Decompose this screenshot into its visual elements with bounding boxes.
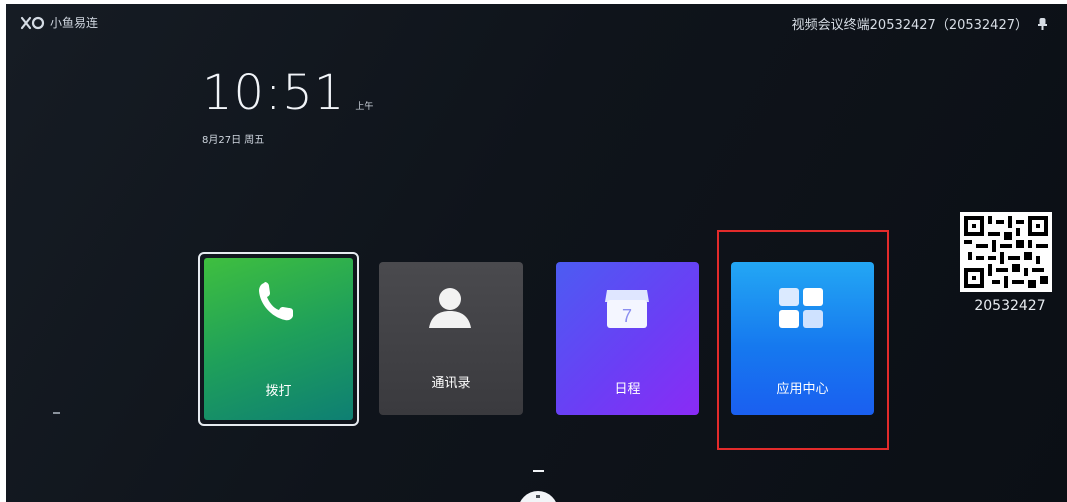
- schedule-tile-label: 日程: [614, 382, 641, 397]
- bottom-drawer-handle[interactable]: [518, 491, 558, 502]
- phone-icon: [255, 280, 295, 328]
- clock: 10:51 上午: [202, 65, 374, 121]
- handle-grip-icon: [536, 495, 540, 498]
- contact-person-icon: [427, 284, 473, 334]
- side-marker: [53, 412, 60, 414]
- qr-code-icon: [960, 212, 1052, 292]
- home-screen: 小鱼易连 视频会议终端20532427（20532427） 10:51 上午 8…: [6, 4, 1067, 502]
- clock-time: 10:51: [202, 65, 346, 121]
- clock-ampm: 上午: [355, 102, 374, 112]
- contacts-tile-label: 通讯录: [431, 376, 471, 391]
- dial-tile-label: 拨打: [265, 384, 292, 399]
- calendar-icon: 7: [601, 284, 653, 334]
- xylink-logo-icon: [20, 16, 46, 30]
- contacts-tile[interactable]: 通讯录: [379, 262, 523, 415]
- clock-date: 8月27日 周五: [202, 135, 265, 146]
- microphone-icon[interactable]: [1038, 17, 1047, 30]
- brand-name: 小鱼易连: [50, 16, 99, 30]
- brand-logo: 小鱼易连: [20, 14, 98, 31]
- svg-text:7: 7: [622, 306, 632, 326]
- dial-tile[interactable]: 拨打: [198, 252, 359, 426]
- qr-number: 20532427: [974, 298, 1046, 314]
- page-indicator: [533, 470, 544, 472]
- highlight-box: [717, 230, 889, 450]
- schedule-tile[interactable]: 7 日程: [556, 262, 699, 415]
- status-bar: 视频会议终端20532427（20532427）: [792, 14, 1047, 33]
- device-label: 视频会议终端20532427（20532427）: [791, 18, 1028, 33]
